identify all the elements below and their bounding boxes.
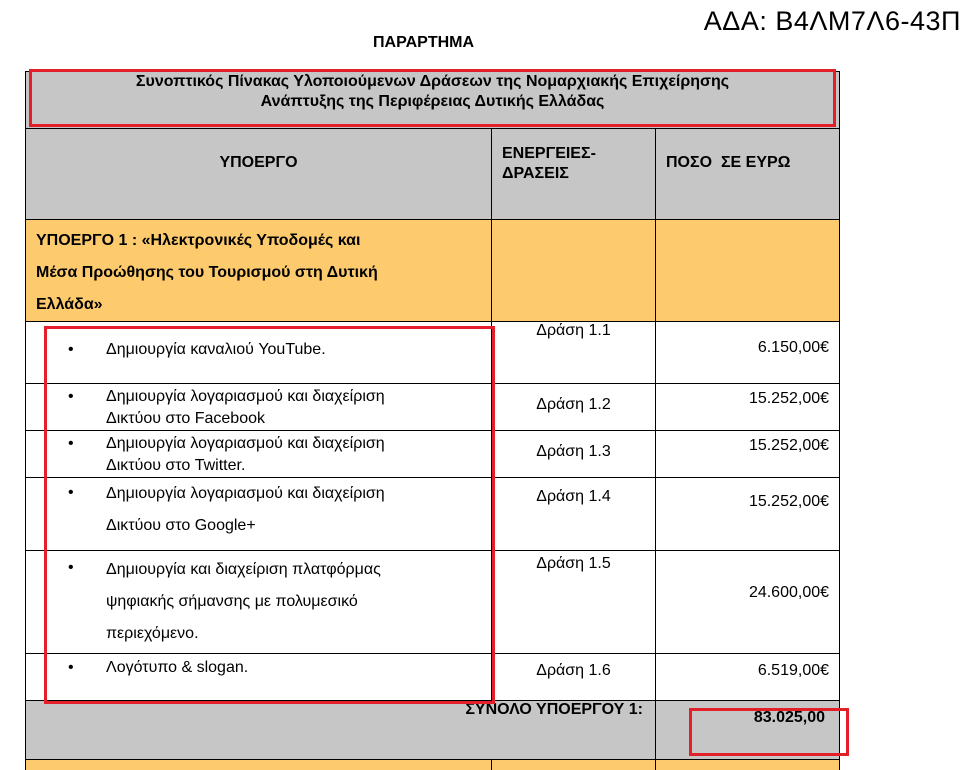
ada-code: ΑΔΑ: Β4ΛΜ7Λ6-43Π: [704, 6, 961, 37]
items-highlight-box: [44, 326, 495, 704]
column-header-row: ΥΠΟΕΡΓΟ ΕΝΕΡΓΕΙΕΣ-ΔΡΑΣΕΙΣ ΠΟΣΟ ΣΕ ΕΥΡΩ: [26, 129, 840, 220]
next-subproject-cell: [26, 760, 492, 770]
item-amount: 24.600,00€: [656, 551, 840, 654]
next-subproject-row: [26, 760, 840, 770]
item-amount: 15.252,00€: [656, 384, 840, 431]
column-header-amount: ΠΟΣΟ ΣΕ ΕΥΡΩ: [656, 129, 840, 220]
total-highlight-box: [689, 708, 849, 756]
next-subproject-cell: [656, 760, 840, 770]
item-action: Δράση 1.5: [492, 551, 656, 654]
item-action: Δράση 1.3: [492, 431, 656, 478]
item-action: Δράση 1.2: [492, 384, 656, 431]
total-label: ΣΥΝΟΛΟ ΥΠΟΕΡΓΟΥ 1:: [26, 701, 656, 760]
item-action: Δράση 1.4: [492, 478, 656, 551]
column-header-subproject: ΥΠΟΕΡΓΟ: [26, 129, 492, 220]
item-amount: 6.150,00€: [656, 322, 840, 384]
subproject-actions-cell: [492, 220, 656, 322]
item-amount: 6.519,00€: [656, 654, 840, 701]
title-highlight-box: [29, 69, 836, 127]
subproject-amount-cell: [656, 220, 840, 322]
subproject-row: ΥΠΟΕΡΓΟ 1 : «Ηλεκτρονικές Υποδομές και Μ…: [26, 220, 840, 322]
item-amount: 15.252,00€: [656, 478, 840, 551]
subproject-title: ΥΠΟΕΡΓΟ 1 : «Ηλεκτρονικές Υποδομές και Μ…: [26, 220, 492, 322]
next-subproject-cell: [492, 760, 656, 770]
item-action: Δράση 1.1: [492, 322, 656, 384]
item-amount: 15.252,00€: [656, 431, 840, 478]
page-heading: ΠΑΡΑΡΤΗΜΑ: [373, 34, 474, 52]
column-header-actions: ΕΝΕΡΓΕΙΕΣ-ΔΡΑΣΕΙΣ: [492, 129, 656, 220]
item-action: Δράση 1.6: [492, 654, 656, 701]
